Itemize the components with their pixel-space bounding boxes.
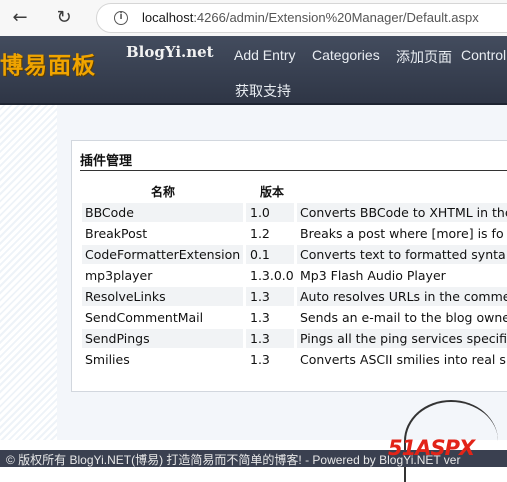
left-sidebar-pattern — [0, 105, 57, 440]
panel-title-rule — [80, 170, 507, 171]
extension-description: Mp3 Flash Audio Player — [300, 268, 446, 283]
table-row: Smilies 1.3 Converts ASCII smilies into … — [82, 350, 507, 369]
table-row: BreakPost 1.2 Breaks a post where [more]… — [82, 224, 507, 243]
logo-english[interactable]: BlogYi.net — [126, 43, 214, 61]
extension-description: Converts ASCII smilies into real s — [300, 352, 506, 367]
extension-version: 1.3 — [250, 310, 270, 325]
url-host: localhost — [142, 10, 194, 25]
url-path: :4266/admin/Extension%20Manager/Default.… — [193, 10, 479, 25]
logo-chinese[interactable]: 博易面板 — [0, 46, 96, 80]
extension-description: Breaks a post where [more] is fo — [300, 226, 504, 241]
extension-name[interactable]: mp3player — [82, 266, 243, 285]
extension-name[interactable]: Smilies — [82, 350, 243, 369]
table-row: ResolveLinks 1.3 Auto resolves URLs in t… — [82, 287, 507, 306]
table-row: mp3player 1.3.0.0 Mp3 Flash Audio Player — [82, 266, 507, 285]
column-header-name: 名称 — [151, 185, 176, 199]
extension-description: Pings all the ping services specifi — [297, 329, 507, 348]
menu-add-entry[interactable]: Add Entry — [234, 47, 295, 63]
table-row: BBCode 1.0 Converts BBCode to XHTML in t… — [82, 203, 507, 222]
extension-version: 1.3 — [250, 352, 270, 367]
reload-icon[interactable]: ↻ — [50, 4, 78, 32]
address-url[interactable]: localhost:4266/admin/Extension%20Manager… — [142, 10, 479, 25]
browser-toolbar: ← ↻ i localhost:4266/admin/Extension%20M… — [0, 0, 507, 36]
extension-version: 1.0 — [246, 203, 294, 222]
extension-name[interactable]: ResolveLinks — [82, 287, 243, 306]
table-row: SendCommentMail 1.3 Sends an e-mail to t… — [82, 308, 507, 327]
table-row: CodeFormatterExtension 0.1 Converts text… — [82, 245, 507, 264]
menu-add-page[interactable]: 添加页面 — [396, 47, 452, 67]
address-bar[interactable]: i localhost:4266/admin/Extension%20Manag… — [96, 3, 507, 33]
watermark-logo: 51ASPX — [388, 436, 475, 460]
table-row: SendPings 1.3 Pings all the ping service… — [82, 329, 507, 348]
extension-description: Converts BBCode to XHTML in the — [297, 203, 507, 222]
extension-description: Auto resolves URLs in the comme — [297, 287, 507, 306]
menu-get-support[interactable]: 获取支持 — [235, 81, 291, 101]
back-arrow-icon[interactable]: ← — [6, 4, 34, 32]
menu-control[interactable]: Control — [461, 47, 506, 63]
extension-description: Converts text to formatted synta — [297, 245, 507, 264]
extension-version: 0.1 — [246, 245, 294, 264]
extension-name[interactable]: BreakPost — [82, 224, 243, 243]
site-info-icon[interactable]: i — [114, 11, 128, 25]
extension-name[interactable]: BBCode — [82, 203, 243, 222]
extension-description: Sends an e-mail to the blog owne — [300, 310, 507, 325]
extension-version: 1.3 — [246, 287, 294, 306]
site-header: 博易面板 BlogYi.net Add Entry Categories 添加页… — [0, 36, 507, 105]
extension-version: 1.3.0.0 — [250, 268, 294, 283]
extension-version: 1.3 — [246, 329, 294, 348]
panel-title: 插件管理 — [80, 154, 133, 169]
extension-name[interactable]: SendCommentMail — [82, 308, 243, 327]
column-header-version: 版本 — [260, 185, 285, 199]
extension-name[interactable]: SendPings — [82, 329, 243, 348]
menu-categories[interactable]: Categories — [312, 47, 380, 63]
extension-name[interactable]: CodeFormatterExtension — [82, 245, 243, 264]
extension-version: 1.2 — [250, 226, 270, 241]
